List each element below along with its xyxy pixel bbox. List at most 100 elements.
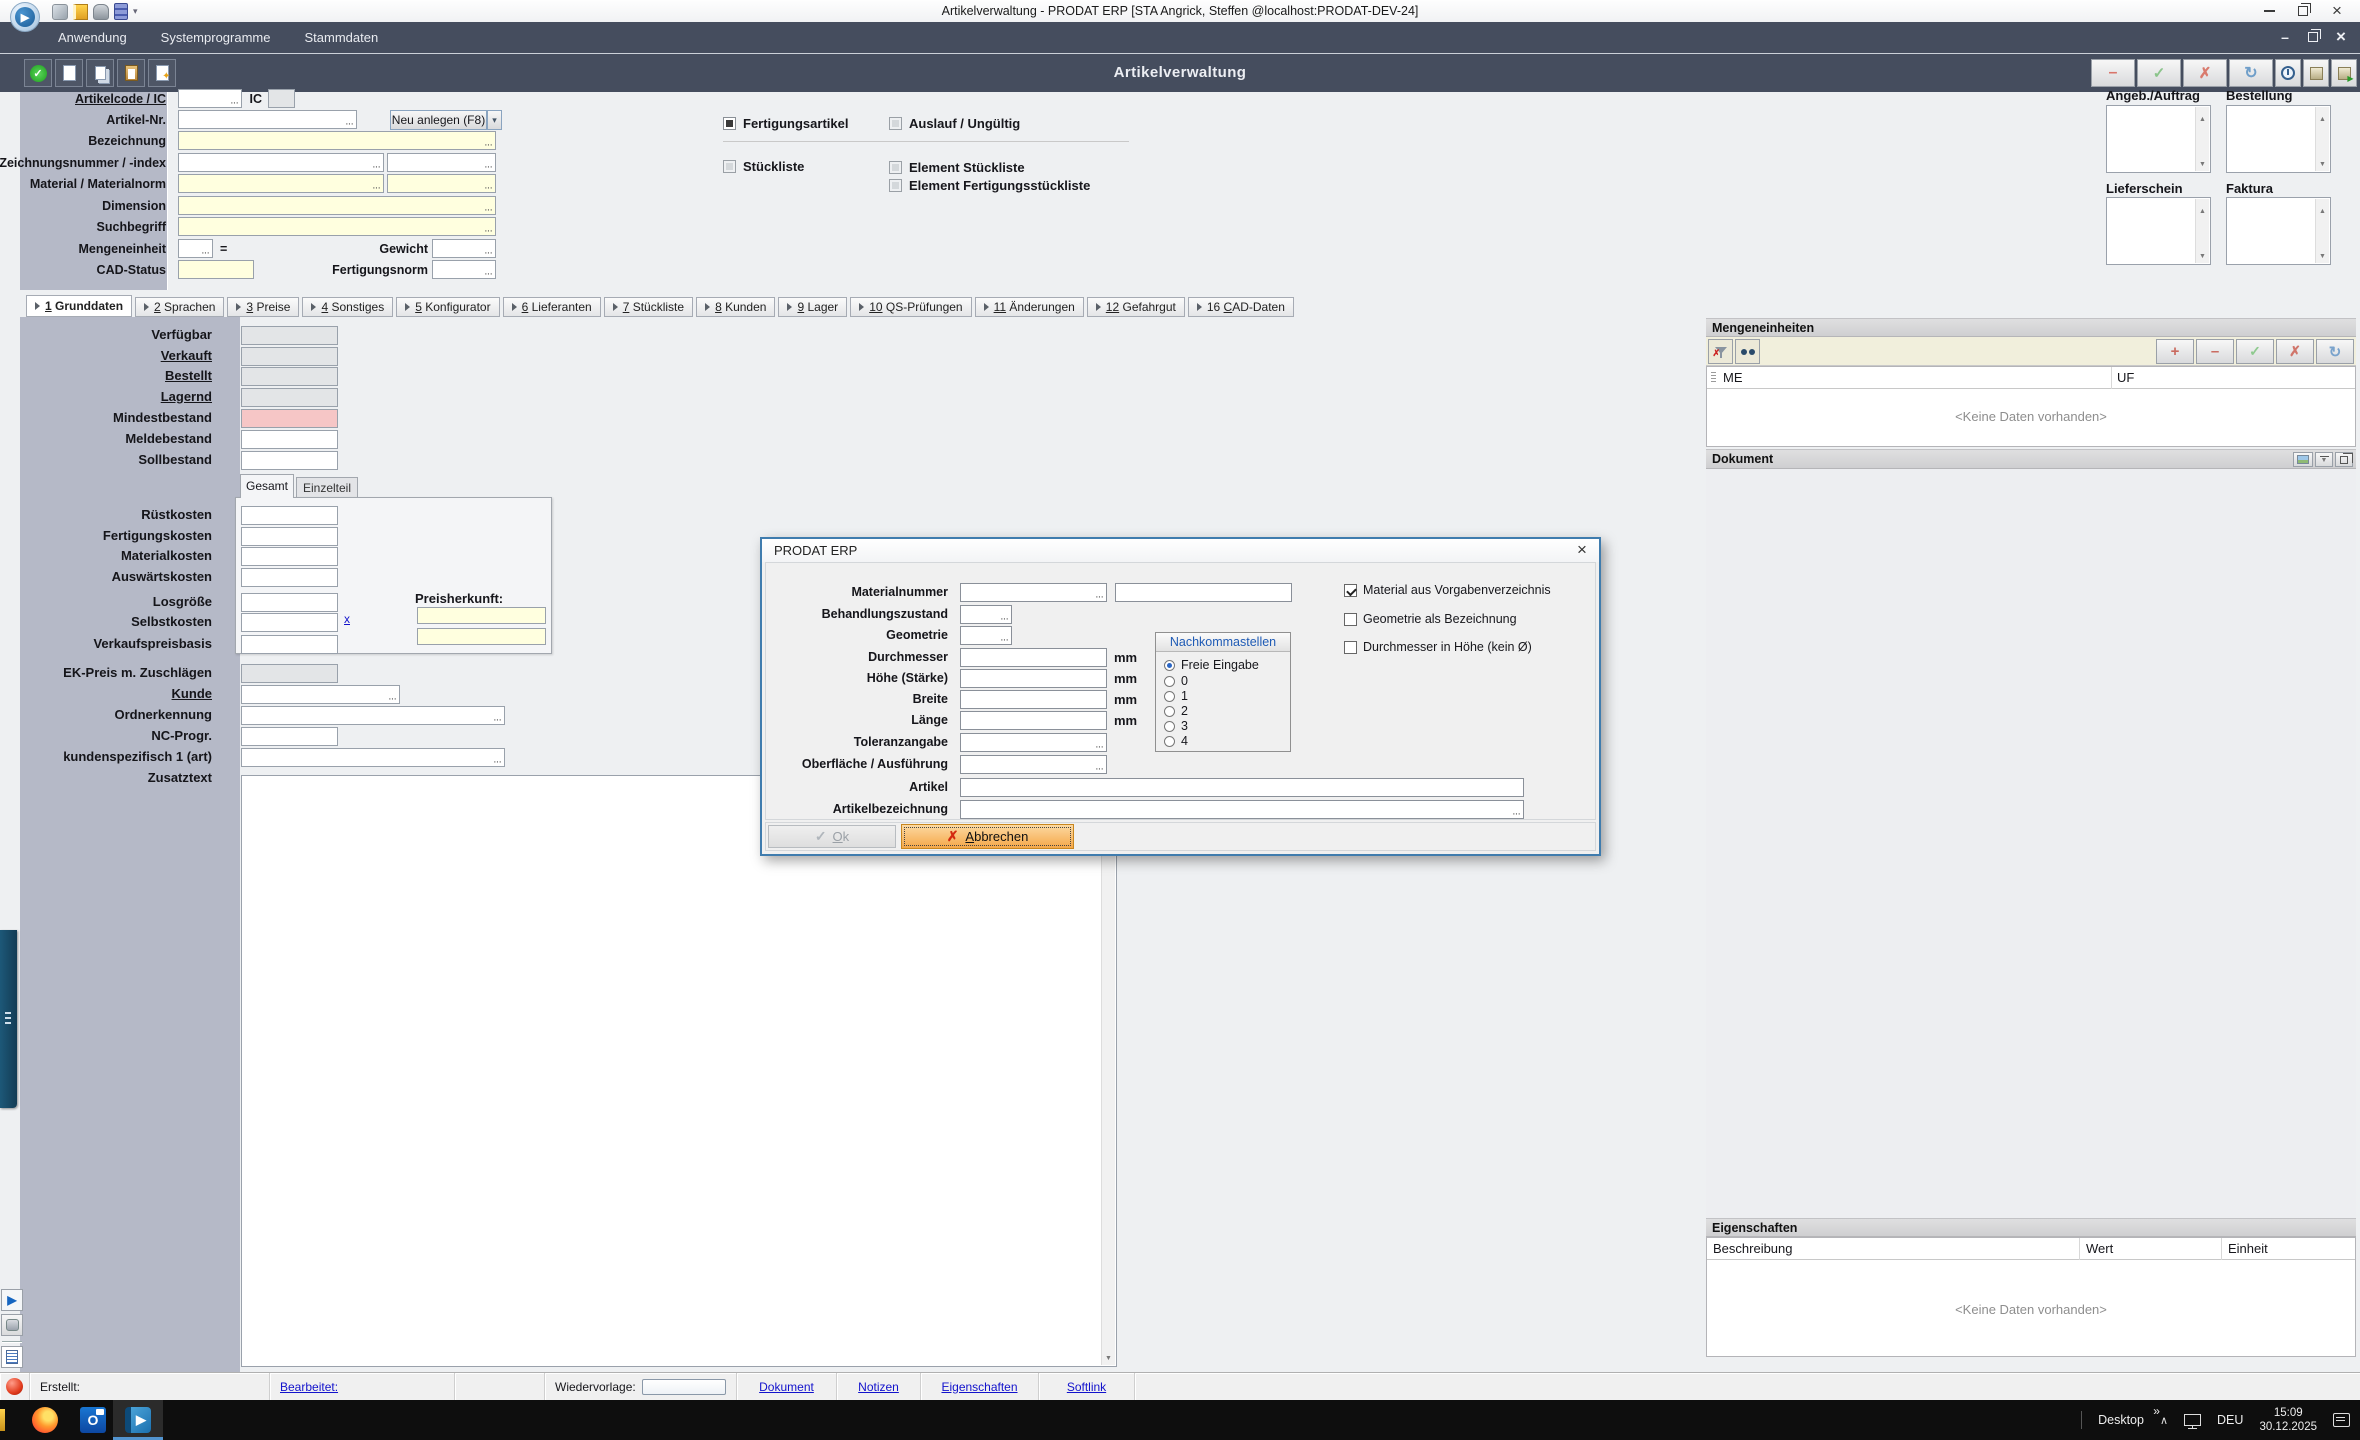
mengeneinheit-input[interactable] — [178, 239, 213, 258]
fertigungsartikel-checkbox[interactable] — [723, 117, 736, 130]
tab-konfigurator[interactable]: 5 Konfigurator — [396, 297, 499, 317]
dialog-titlebar[interactable]: PRODAT ERP — [762, 539, 1599, 562]
behandlungszustand-input[interactable] — [960, 605, 1012, 624]
notizen-link[interactable]: Notizen — [858, 1380, 899, 1394]
materialnorm-input[interactable] — [387, 174, 496, 193]
tab-sonstiges[interactable]: 4 Sonstiges — [302, 297, 393, 317]
scroll-down-icon[interactable] — [2199, 154, 2206, 169]
cancel-button[interactable]: Abbrechen — [901, 824, 1074, 849]
losgroesse-field[interactable] — [241, 593, 338, 612]
scroll-up-icon[interactable] — [2199, 109, 2206, 124]
history-button[interactable] — [2275, 59, 2301, 87]
suchbegriff-input[interactable] — [178, 217, 496, 236]
auslauf-checkbox[interactable] — [889, 117, 902, 130]
hoehe-input[interactable] — [960, 669, 1107, 688]
eigenschaften-link[interactable]: Eigenschaften — [941, 1380, 1017, 1394]
radio-0[interactable]: 0 — [1164, 674, 1188, 688]
quick-access-dropdown-icon[interactable] — [133, 6, 138, 17]
menu-anwendung[interactable]: Anwendung — [58, 30, 127, 45]
cost-tab-gesamt[interactable]: Gesamt — [240, 474, 294, 498]
stueckliste-checkbox[interactable] — [723, 160, 736, 173]
radio-2[interactable]: 2 — [1164, 704, 1188, 718]
faktura-listbox[interactable] — [2226, 197, 2331, 265]
tab-sprachen[interactable]: 2 Sprachen — [135, 297, 224, 317]
apply-row-button[interactable] — [2236, 339, 2274, 364]
dokument-link[interactable]: Dokument — [759, 1380, 814, 1394]
language-indicator[interactable]: DEU — [2217, 1413, 2243, 1427]
image-button[interactable] — [2293, 452, 2313, 467]
record-cancel-button[interactable] — [2183, 59, 2227, 87]
cost-tab-einzelteil[interactable]: Einzelteil — [296, 477, 358, 498]
desktop-button[interactable]: Desktop » — [2098, 1413, 2144, 1427]
mdi-restore-button[interactable] — [2300, 27, 2326, 47]
tab-grunddaten[interactable]: 1 Grunddaten — [26, 295, 132, 317]
softlink-link[interactable]: Softlink — [1067, 1380, 1106, 1394]
laenge-input[interactable] — [960, 711, 1107, 730]
taskbar-edge-icon[interactable] — [0, 1409, 5, 1431]
listbox-scrollbar[interactable] — [2195, 199, 2209, 263]
fertigungskosten-field[interactable] — [241, 527, 338, 546]
zeichnungsnummer-input[interactable] — [178, 153, 384, 172]
add-row-button[interactable] — [2156, 339, 2194, 364]
cancel-row-button[interactable] — [2276, 339, 2314, 364]
ok-button[interactable]: Ok — [768, 825, 896, 848]
prodat-logo-icon[interactable]: ▶ — [10, 2, 40, 32]
materialnummer-input-2[interactable] — [1115, 583, 1292, 602]
dialog-close-button[interactable] — [1573, 540, 1591, 560]
oberflaeche-input[interactable] — [960, 755, 1107, 774]
scroll-down-icon[interactable] — [2199, 246, 2206, 261]
material-vorgaben-checkbox[interactable] — [1344, 584, 1357, 597]
fertigungsnorm-input[interactable] — [432, 260, 496, 279]
angebot-auftrag-listbox[interactable] — [2106, 105, 2211, 173]
tab-lager[interactable]: 9 Lager — [778, 297, 847, 317]
restore-button[interactable] — [2286, 0, 2320, 22]
artikel-nr-input[interactable] — [178, 110, 357, 129]
refresh-rows-button[interactable] — [2316, 339, 2354, 364]
zusatztext-input[interactable] — [241, 775, 1117, 1367]
tab-preise[interactable]: 3 Preise — [227, 297, 299, 317]
selbstkosten-clear-link[interactable]: x — [344, 612, 350, 626]
auswaertskosten-field[interactable] — [241, 568, 338, 587]
toleranzangabe-input[interactable] — [960, 733, 1107, 752]
kundenspezifisch-input[interactable] — [241, 748, 505, 767]
verkauft-field[interactable] — [241, 347, 338, 366]
ek-preis-field[interactable] — [241, 664, 338, 683]
verkaufspreisbasis-field[interactable] — [241, 635, 338, 654]
radio-3[interactable]: 3 — [1164, 719, 1188, 733]
listbox-scrollbar[interactable] — [2195, 107, 2209, 171]
zeichnungsindex-input[interactable] — [387, 153, 496, 172]
breite-input[interactable] — [960, 690, 1107, 709]
notification-icon[interactable] — [2333, 1413, 2350, 1427]
zusatztext-scrollbar[interactable] — [1101, 777, 1115, 1365]
detach-button[interactable] — [2335, 452, 2353, 467]
prodat-taskbar-button[interactable]: ▶ — [113, 1400, 163, 1440]
meldebestand-field[interactable] — [241, 430, 338, 449]
tab-lieferanten[interactable]: 6 Lieferanten — [503, 297, 601, 317]
ruestkosten-field[interactable] — [241, 506, 338, 525]
dock-document-button[interactable] — [1, 1346, 23, 1368]
bestellung-listbox[interactable] — [2226, 105, 2331, 173]
dock-play-button[interactable]: ▶ — [1, 1289, 23, 1311]
package-button[interactable] — [2303, 59, 2329, 87]
notebook-icon[interactable] — [73, 4, 88, 20]
artikelcode-input[interactable] — [178, 89, 242, 108]
listbox-scrollbar[interactable] — [2315, 107, 2329, 171]
neu-anlegen-button[interactable]: Neu anlegen (F8) — [390, 110, 487, 130]
radio-freie-eingabe[interactable]: Freie Eingabe — [1164, 658, 1259, 672]
geometrie-input[interactable] — [960, 626, 1012, 645]
radio-4[interactable]: 4 — [1164, 734, 1188, 748]
mdi-close-button[interactable] — [2328, 27, 2354, 47]
mdi-minimize-button[interactable] — [2272, 27, 2298, 47]
menu-stammdaten[interactable]: Stammdaten — [304, 30, 378, 45]
bearbeitet-link[interactable]: Bearbeitet: — [280, 1380, 338, 1394]
record-refresh-button[interactable] — [2229, 59, 2273, 87]
record-apply-button[interactable] — [2137, 59, 2181, 87]
package-run-button[interactable]: ▶ — [2331, 59, 2357, 87]
cad-status-input[interactable] — [178, 260, 254, 279]
artikel-input[interactable] — [960, 778, 1524, 797]
filter-button[interactable]: ✗ — [1708, 339, 1733, 364]
gewicht-input[interactable] — [432, 239, 496, 258]
server-icon[interactable] — [114, 3, 128, 20]
scroll-up-icon[interactable] — [2319, 109, 2326, 124]
lagernd-field[interactable] — [241, 388, 338, 407]
